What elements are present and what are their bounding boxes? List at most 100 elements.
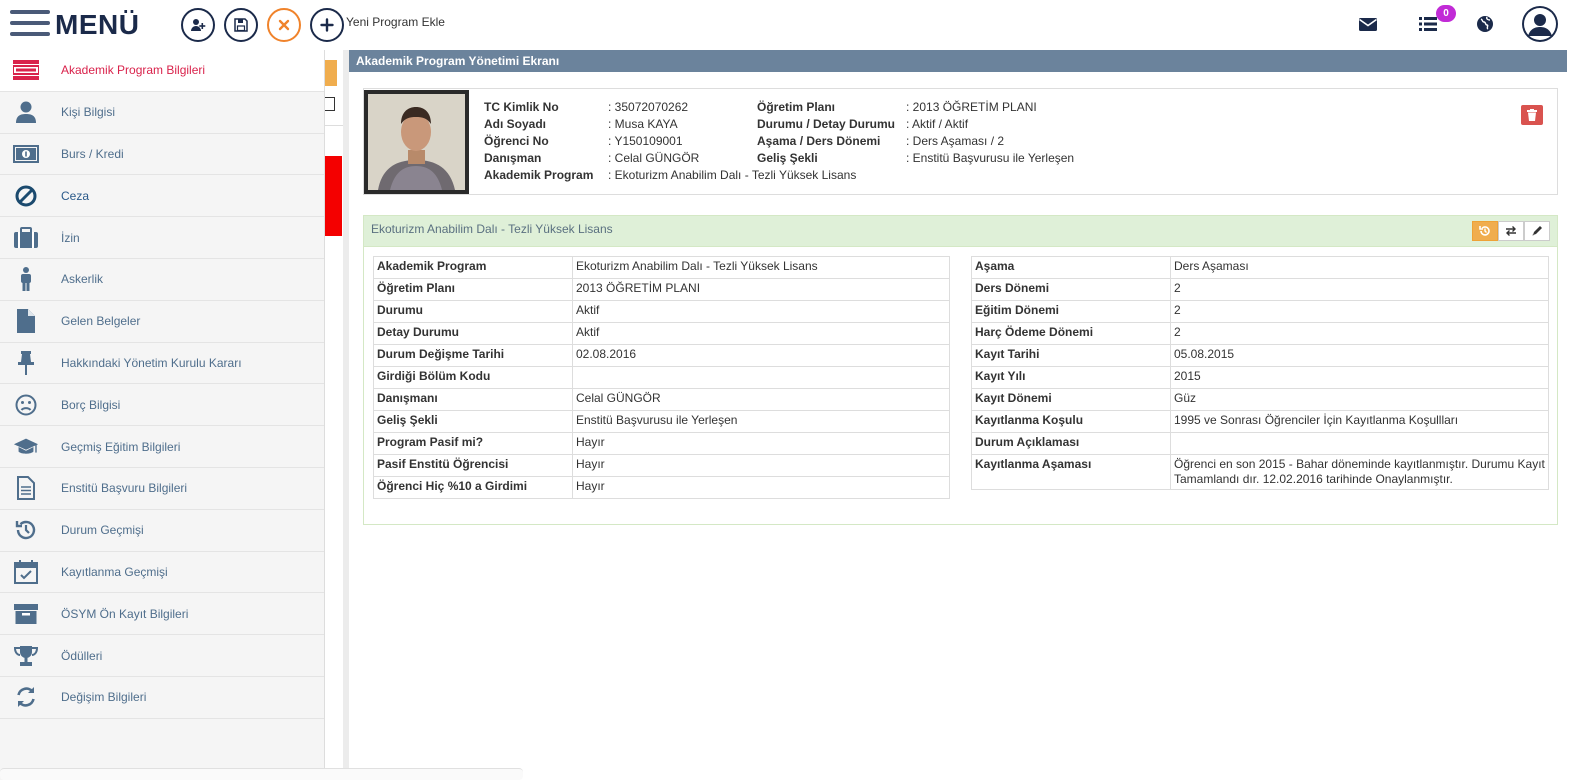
sidebar-item-label: ÖSYM Ön Kayıt Bilgileri <box>61 606 189 621</box>
plus-icon <box>320 18 334 32</box>
field-value: Hayır <box>572 476 950 499</box>
field-value <box>572 366 950 389</box>
male-icon <box>13 267 39 292</box>
program-panel-header: Ekoturizm Anabilim Dalı - Tezli Yüksek L… <box>364 216 1557 247</box>
history-button[interactable] <box>1472 221 1498 241</box>
cancel-button[interactable] <box>267 8 301 42</box>
field-value: Güz <box>1170 388 1549 411</box>
sidebar-item-askerlik[interactable]: Askerlik <box>0 259 324 301</box>
field-label: Kayıt Dönemi <box>971 388 1171 411</box>
file-icon <box>13 309 39 334</box>
field-value: Ders Aşaması <box>1170 256 1549 279</box>
table-row: Akademik Program Ekoturizm Anabilim Dalı … <box>373 256 950 279</box>
globe-icon[interactable] <box>1473 12 1497 36</box>
delete-button[interactable] <box>1521 105 1543 125</box>
sidebar-item-label: İzin <box>61 230 80 245</box>
program-details-table-right: Aşama Ders Aşaması Ders Dönemi 2 Eğitim Döne… <box>971 256 1549 490</box>
new-program-label[interactable]: Yeni Program Ekle <box>346 15 445 29</box>
field-label: Kayıt Yılı <box>971 366 1171 389</box>
field-label: Durum Değişme Tarihi <box>373 344 573 367</box>
sidebar-item-label: Borç Bilgisi <box>61 397 121 412</box>
new-program-button[interactable] <box>310 8 344 42</box>
panel-divider <box>343 50 349 780</box>
sidebar-item-label: Değişim Bilgileri <box>61 690 147 705</box>
table-row: Ders Dönemi 2 <box>971 278 1549 301</box>
student-photo <box>364 90 469 194</box>
horizontal-scrollbar[interactable] <box>0 768 523 780</box>
field-label: Öğretim Planı <box>373 278 573 301</box>
sidebar-item-yonetim-kurulu[interactable]: Hakkındaki Yönetim Kurulu Kararı <box>0 343 324 385</box>
transfer-button[interactable] <box>1498 221 1524 241</box>
info-value: : Musa KAYA <box>608 117 678 131</box>
add-user-icon <box>191 19 206 31</box>
info-value: : Enstitü Başvurusu ile Yerleşen <box>906 151 1075 165</box>
field-label: Kayıt Tarihi <box>971 344 1171 367</box>
field-value: Öğrenci en son 2015 - Bahar döneminde ka… <box>1170 454 1549 490</box>
background-divider <box>325 125 345 126</box>
table-row: Danışmanı Celal GÜNGÖR <box>373 388 950 411</box>
field-label: Durum Açıklaması <box>971 432 1171 455</box>
sidebar: Akademik Program Bilgileri Kişi Bilgisi … <box>0 50 325 780</box>
info-value: : Aktif / Aktif <box>906 117 969 131</box>
sidebar-item-durum-gecmisi[interactable]: Durum Geçmişi <box>0 510 324 552</box>
sidebar-item-label: Kişi Bilgisi <box>61 105 116 120</box>
info-label: Öğretim Planı <box>757 100 836 114</box>
table-row: Kayıt Yılı 2015 <box>971 366 1549 389</box>
trash-icon <box>1527 109 1537 121</box>
user-avatar-icon[interactable] <box>1522 6 1558 42</box>
info-label: Öğrenci No <box>484 134 549 148</box>
sidebar-item-gelen-belgeler[interactable]: Gelen Belgeler <box>0 301 324 343</box>
sidebar-item-ceza[interactable]: Ceza <box>0 175 324 218</box>
table-row: Eğitim Dönemi 2 <box>971 300 1549 323</box>
sidebar-item-enstitu-basvuru[interactable]: Enstitü Başvuru Bilgileri <box>0 468 324 510</box>
add-user-button[interactable] <box>181 8 215 42</box>
background-red-strip <box>325 156 342 236</box>
sidebar-item-akademik-program[interactable]: Akademik Program Bilgileri <box>0 50 324 92</box>
sidebar-item-izin[interactable]: İzin <box>0 217 324 259</box>
sidebar-item-burs-kredi[interactable]: Burs / Kredi <box>0 134 324 176</box>
calendar-check-icon <box>13 559 39 584</box>
background-trash-icon <box>325 97 335 111</box>
info-label: Akademik Program <box>484 168 594 182</box>
hamburger-menu-icon[interactable] <box>10 10 50 40</box>
field-value <box>1170 432 1549 455</box>
edit-button[interactable] <box>1524 221 1550 241</box>
sidebar-item-kayitlanma-gecmisi[interactable]: Kayıtlanma Geçmişi <box>0 552 324 594</box>
save-button[interactable] <box>224 8 258 42</box>
history-icon <box>1479 226 1490 236</box>
field-label: Eğitim Dönemi <box>971 300 1171 323</box>
sidebar-item-borc-bilgisi[interactable]: Borç Bilgisi <box>0 384 324 427</box>
table-row: Durumu Aktif <box>373 300 950 323</box>
page-title: Akademik Program Yönetimi Ekranı <box>349 50 1567 72</box>
info-value: : Ders Aşaması / 2 <box>906 134 1005 148</box>
sidebar-item-gecmis-egitim[interactable]: Geçmiş Eğitim Bilgileri <box>0 426 324 468</box>
sidebar-item-odulleri[interactable]: Ödülleri <box>0 635 324 677</box>
mail-icon[interactable] <box>1356 12 1380 36</box>
table-row: Kayıtlanma Koşulu 1995 ve Sonrası Öğrenci… <box>971 410 1549 433</box>
program-icon <box>13 58 39 82</box>
save-icon <box>234 18 248 32</box>
field-value: Ekoturizm Anabilim Dalı - Tezli Yüksek L… <box>572 256 950 279</box>
field-value: Aktif <box>572 322 950 345</box>
briefcase-icon <box>13 226 39 250</box>
frown-icon <box>13 393 39 417</box>
sidebar-item-label: Kayıtlanma Geçmişi <box>61 564 168 579</box>
table-row: Öğrenci Hiç %10 a Girdimi Hayır <box>373 476 950 499</box>
info-value: : 2013 ÖĞRETİM PLANI <box>906 100 1037 114</box>
sidebar-item-osym-on-kayit[interactable]: ÖSYM Ön Kayıt Bilgileri <box>0 593 324 636</box>
field-label: Öğrenci Hiç %10 a Girdimi <box>373 476 573 499</box>
sidebar-item-degisim-bilgileri[interactable]: Değişim Bilgileri <box>0 677 324 719</box>
background-orange-strip <box>325 60 337 86</box>
sidebar-item-label: Geçmiş Eğitim Bilgileri <box>61 439 181 454</box>
field-label: Geliş Şekli <box>373 410 573 433</box>
sidebar-item-kisi-bilgisi[interactable]: Kişi Bilgisi <box>0 92 324 134</box>
field-value: 2015 <box>1170 366 1549 389</box>
table-row: Kayıt Dönemi Güz <box>971 388 1549 411</box>
field-value: 2 <box>1170 278 1549 301</box>
menu-title[interactable]: MENÜ <box>55 9 139 41</box>
sidebar-item-label: Durum Geçmişi <box>61 523 144 538</box>
info-value: : Celal GÜNGÖR <box>608 151 700 165</box>
pencil-icon <box>1532 226 1542 236</box>
info-label: Danışman <box>484 151 542 165</box>
field-label: Akademik Program <box>373 256 573 279</box>
